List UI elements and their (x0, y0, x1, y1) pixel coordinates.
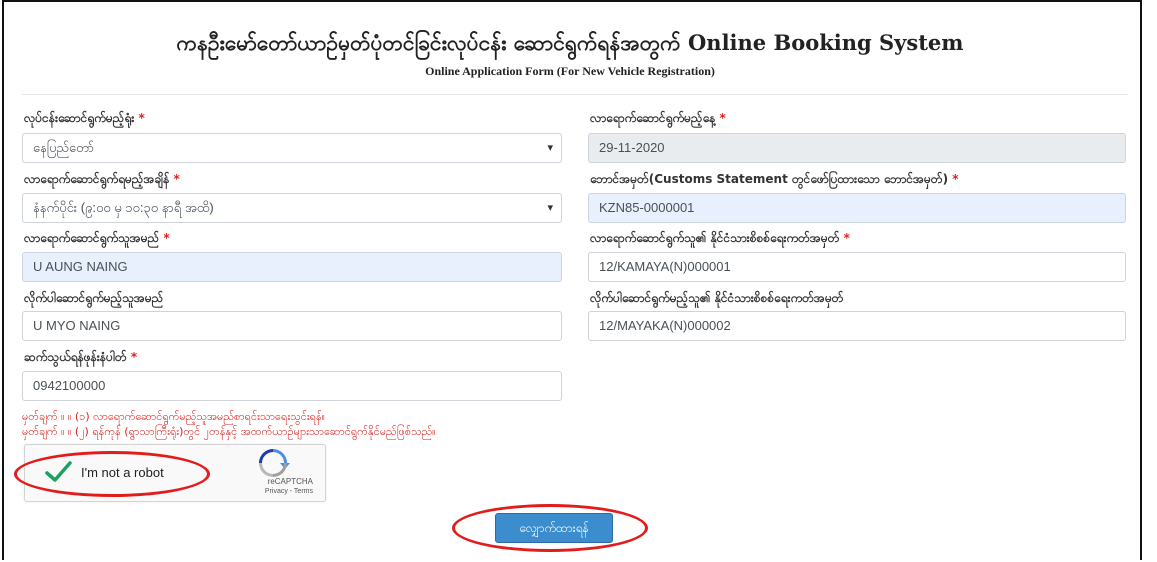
required-mark: * (843, 231, 850, 245)
office-select-value: နေပြည်တော် (33, 140, 95, 155)
applicant-name-label: လာရောက်ဆောင်ရွက်သူအမည် * (24, 230, 170, 248)
customs-label: ဘောင်အမှတ်(Customs Statement တွင်ဖော်ပြထ… (590, 171, 959, 189)
required-mark: * (719, 111, 726, 125)
note-1: မှတ်ချက် ။ ။ (၁) လာရောက်ဆောင်ရွက်မည့်သူအ… (22, 410, 325, 423)
recaptcha-brand: reCAPTCHA (267, 477, 313, 486)
date-field-value: 29-11-2020 (599, 140, 665, 155)
applicant-nrc-input[interactable]: 12/KAMAYA(N)000001 (588, 252, 1126, 282)
date-label: လာရောက်ဆောင်ရွက်မည့်နေ့ * (590, 110, 726, 128)
required-mark: * (130, 350, 138, 364)
required-mark: * (163, 231, 170, 245)
time-label: လာရောက်ဆောင်ရွက်ရမည့်အချိန် * (24, 171, 180, 189)
applicant-name-value: U AUNG NAING (33, 259, 128, 274)
companion-nrc-label-text: လိုက်ပါဆောင်ရွက်မည့်သူ၏ နိုင်ငံသားစိစစ်ရ… (590, 291, 844, 305)
companion-name-label: လိုက်ပါဆောင်ရွက်မည့်သူအမည် (24, 290, 163, 308)
date-field[interactable]: 29-11-2020 (588, 133, 1126, 163)
office-select[interactable]: နေပြည်တော် ▾ (22, 133, 562, 163)
time-select[interactable]: နံနက်ပိုင်း (၉:၀၀ မှ ၁၀:၃၀ နာရီ အထိ) ▾ (22, 193, 562, 223)
recaptcha-widget: I'm not a robot reCAPTCHA Privacy - Term… (24, 444, 326, 502)
office-label: လုပ်ငန်းဆောင်ရွက်မည့်ရုံး * (24, 110, 145, 128)
chevron-down-icon: ▾ (547, 142, 553, 154)
recaptcha-logo-icon (243, 449, 303, 477)
applicant-name-label-text: လာရောက်ဆောင်ရွက်သူအမည် (24, 231, 160, 245)
required-mark: * (952, 172, 959, 186)
time-select-value: နံနက်ပိုင်း (၉:၀၀ မှ ၁၀:၃၀ နာရီ အထိ) (33, 200, 214, 215)
companion-nrc-label: လိုက်ပါဆောင်ရွက်မည့်သူ၏ နိုင်ငံသားစိစစ်ရ… (590, 290, 843, 308)
companion-name-input[interactable]: U MYO NAING (22, 311, 562, 341)
office-label-text: လုပ်ငန်းဆောင်ရွက်မည့်ရုံး (24, 111, 135, 125)
page-title: ကနဦးမော်တော်ယာဉ်မှတ်ပုံတင်ခြင်းလုပ်ငန်း … (176, 30, 964, 55)
chevron-down-icon: ▾ (547, 202, 553, 214)
header-divider (22, 94, 1128, 95)
required-mark: * (173, 172, 180, 186)
applicant-name-input[interactable]: U AUNG NAING (22, 252, 562, 282)
submit-button[interactable]: လျှောက်ထားရန် (495, 513, 613, 543)
phone-value: 0942100000 (33, 378, 106, 393)
time-label-text: လာရောက်ဆောင်ရွက်ရမည့်အချိန် (24, 172, 170, 186)
companion-nrc-input[interactable]: 12/MAYAKA(N)000002 (588, 311, 1126, 341)
companion-name-value: U MYO NAING (33, 318, 121, 333)
customs-number-value: KZN85-0000001 (599, 200, 695, 215)
page-subtitle: Online Application Form (For New Vehicle… (425, 64, 715, 78)
phone-label: ဆက်သွယ်ရန်ဖုန်းနံပါတ် * (24, 349, 137, 367)
applicant-nrc-label-text: လာရောက်ဆောင်ရွက်သူ၏ နိုင်ငံသားစိစစ်ရေးကတ… (590, 231, 840, 245)
applicant-nrc-label: လာရောက်ဆောင်ရွက်သူ၏ နိုင်ငံသားစိစစ်ရေးကတ… (590, 230, 850, 248)
required-mark: * (138, 111, 145, 125)
companion-nrc-value: 12/MAYAKA(N)000002 (599, 318, 731, 333)
note-2: မှတ်ချက် ။ ။ (၂) ရန်ကုန် (ရွာသာကြီးရုံး)… (22, 425, 436, 438)
customs-label-text: ဘောင်အမှတ်(Customs Statement တွင်ဖော်ပြထ… (590, 172, 949, 186)
phone-input[interactable]: 0942100000 (22, 371, 562, 401)
recaptcha-links[interactable]: Privacy - Terms (25, 488, 327, 495)
companion-name-label-text: လိုက်ပါဆောင်ရွက်မည့်သူအမည် (24, 291, 164, 305)
date-label-text: လာရောက်ဆောင်ရွက်မည့်နေ့ (590, 111, 716, 125)
phone-label-text: ဆက်သွယ်ရန်ဖုန်းနံပါတ် (24, 350, 127, 364)
applicant-nrc-value: 12/KAMAYA(N)000001 (599, 259, 731, 274)
customs-number-input[interactable]: KZN85-0000001 (588, 193, 1126, 223)
